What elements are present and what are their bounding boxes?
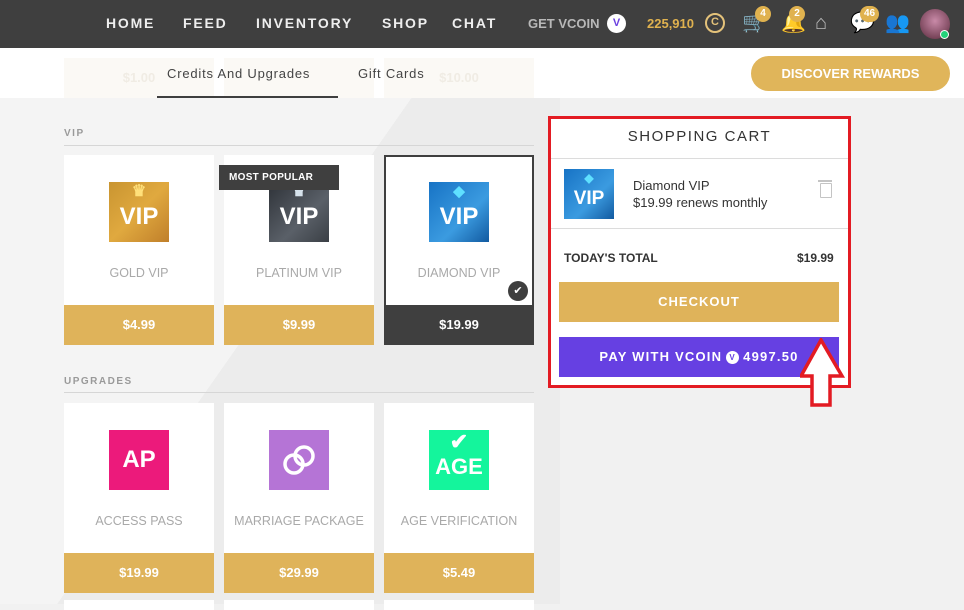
pay-with-vcoin-button[interactable]: PAY WITH VCOIN V 4997.50 [559, 337, 839, 377]
price-button[interactable]: $29.99 [224, 553, 374, 593]
tab-gift-cards[interactable]: Gift Cards [358, 66, 425, 81]
price-button[interactable]: $19.99 [64, 553, 214, 593]
vcoin-icon: V [726, 351, 740, 364]
trash-icon[interactable] [818, 180, 832, 198]
chat-count-badge: 46 [860, 6, 880, 22]
selected-check-icon: ✔ [508, 281, 528, 301]
nav-inventory[interactable]: INVENTORY [256, 15, 353, 31]
total-label: TODAY'S TOTAL [564, 251, 658, 265]
product-card-gold-vip[interactable]: ♛ VIP GOLD VIP $4.99 [64, 155, 214, 345]
product-card-access-pass[interactable]: AP ACCESS PASS $19.99 [64, 403, 214, 593]
credits-balance: 225,910 [647, 16, 694, 31]
product-name: GOLD VIP [109, 266, 169, 280]
cart-title: SHOPPING CART [627, 128, 772, 145]
notification-count-badge: 2 [789, 6, 805, 22]
price-button[interactable]: $4.99 [64, 305, 214, 345]
cart-item-subtitle: $19.99 renews monthly [633, 195, 768, 210]
product-card-age-verification[interactable]: ✔ AGE AGE VERIFICATION $5.49 [384, 403, 534, 593]
up-arrow-annotation-icon [800, 338, 846, 407]
top-nav: HOME FEED INVENTORY SHOP CHAT GET VCOIN … [0, 0, 964, 48]
diamond-icon: ◆ [584, 171, 594, 185]
divider [551, 158, 848, 159]
diamond-icon: ◆ [453, 183, 465, 200]
online-status-dot [940, 30, 949, 39]
divider [551, 228, 848, 229]
friends-icon[interactable]: 👥 [885, 12, 910, 34]
product-name: AGE VERIFICATION [400, 514, 518, 528]
section-label-upgrades: UPGRADES [64, 376, 133, 387]
discover-rewards-button[interactable]: DISCOVER REWARDS [751, 56, 950, 91]
product-card-partial [224, 600, 374, 610]
crown-icon: ♛ [131, 183, 147, 200]
diamond-vip-tile-icon: ◆ VIP [429, 182, 489, 242]
credits-coin-icon[interactable]: C [705, 13, 725, 33]
nav-feed[interactable]: FEED [183, 15, 228, 31]
product-card-partial [64, 600, 214, 610]
product-name: MARRIAGE PACKAGE [234, 514, 364, 528]
divider [64, 392, 534, 393]
price-button[interactable]: $9.99 [224, 305, 374, 345]
rings-icon [269, 430, 329, 490]
gold-vip-tile-icon: ♛ VIP [109, 182, 169, 242]
total-value: $19.99 [797, 251, 834, 265]
get-vcoin-link[interactable]: GET VCOIN [528, 16, 600, 31]
product-card-marriage-package[interactable]: MARRIAGE PACKAGE $29.99 [224, 403, 374, 593]
tab-credits-and-upgrades[interactable]: Credits And Upgrades [167, 66, 310, 81]
checkout-button[interactable]: CHECKOUT [559, 282, 839, 322]
product-name: PLATINUM VIP [256, 266, 342, 280]
nav-chat[interactable]: CHAT [452, 15, 497, 31]
price-button[interactable]: $19.99 [384, 305, 534, 345]
cart-count-badge: 4 [755, 6, 771, 22]
checkmark-icon: ✔ [449, 429, 469, 454]
vcoin-icon[interactable]: V [607, 14, 626, 33]
nav-home[interactable]: HOME [106, 15, 155, 31]
divider [64, 145, 534, 146]
most-popular-ribbon: MOST POPULAR [219, 165, 339, 190]
product-name: ACCESS PASS [95, 514, 183, 528]
price-button[interactable]: $5.49 [384, 553, 534, 593]
cart-item-name: Diamond VIP [633, 178, 710, 193]
home-chat-icon[interactable]: ⌂ [815, 12, 827, 34]
age-verification-tile-icon: ✔ AGE [429, 430, 489, 490]
platinum-vip-tile-icon: ♛ VIP [269, 182, 329, 242]
product-card-partial [384, 600, 534, 610]
access-pass-tile-icon: AP [109, 430, 169, 490]
cart-item-thumbnail: ◆ VIP [564, 169, 614, 219]
product-name: DIAMOND VIP [417, 266, 501, 280]
section-label-vip: VIP [64, 128, 85, 139]
product-card-diamond-vip[interactable]: ◆ VIP DIAMOND VIP ✔ $19.99 [384, 155, 534, 345]
nav-shop[interactable]: SHOP [382, 15, 429, 31]
